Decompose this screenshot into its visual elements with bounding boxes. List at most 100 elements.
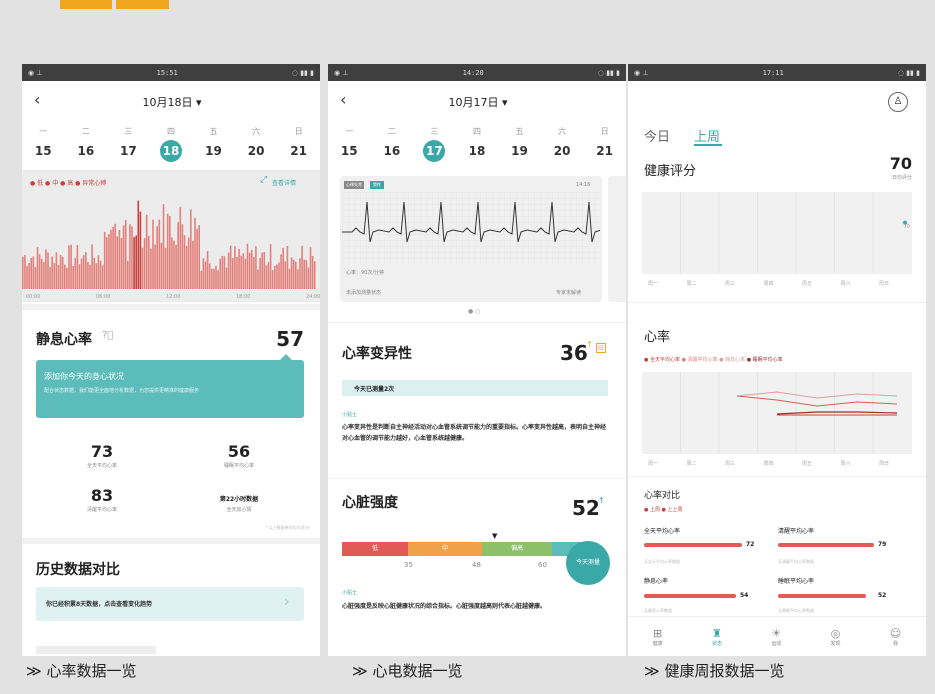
nav-status[interactable]: ♜ 状态 xyxy=(712,627,722,647)
date-item-selected[interactable]: 17 xyxy=(423,140,446,162)
hr-bar xyxy=(307,267,310,289)
hr-bar xyxy=(269,244,272,289)
score-chart: 70 周一 周二 周三 周四 周五 周六 周日 xyxy=(642,192,912,287)
status-icons-right: ◌ ▮▮ ▮ xyxy=(597,68,620,77)
ecg-rate: 心率：90次/分钟 xyxy=(346,270,385,276)
info-icon[interactable]: ⊟ xyxy=(596,343,606,353)
date-item[interactable]: 21 xyxy=(285,144,313,158)
hr-bar xyxy=(202,258,205,289)
date-selector[interactable]: 10月18日 ▾ xyxy=(122,94,222,110)
hr-bar xyxy=(236,257,238,289)
compare-bar xyxy=(644,594,736,598)
hr-bar xyxy=(194,217,196,289)
banner-text: 配合状态数据，我们能更全面地分析数据，为您提供更精准的健康服务 xyxy=(44,388,200,394)
hr-bar xyxy=(43,261,45,289)
hr-bar xyxy=(24,254,26,289)
hr-bar xyxy=(238,248,240,289)
hr-bar xyxy=(206,250,209,289)
hr-bar xyxy=(97,255,100,289)
date-item[interactable]: 16 xyxy=(72,144,100,158)
hr-bar xyxy=(162,204,165,289)
nav-health[interactable]: ⊞ 健康 xyxy=(653,627,663,647)
hr-bar xyxy=(53,263,56,289)
hr-bar xyxy=(145,214,148,289)
heart-strength-value: 52 xyxy=(572,496,600,520)
back-icon[interactable]: ‹ xyxy=(34,90,40,109)
hr-bar xyxy=(267,262,270,289)
hr-bar xyxy=(179,206,182,289)
date-selector[interactable]: 10月17日 ▾ xyxy=(428,94,528,110)
compare-value: 52 xyxy=(878,592,887,599)
hrv-title: 心率变异性 xyxy=(342,346,412,362)
hr-bar xyxy=(282,247,284,289)
date-item[interactable]: 17 xyxy=(114,144,142,158)
hr-bar xyxy=(223,256,226,289)
hr-bar xyxy=(57,265,60,289)
hr-bar xyxy=(200,270,203,289)
hr-bar xyxy=(158,219,161,289)
hr-bar xyxy=(288,268,291,289)
date-item[interactable]: 18 xyxy=(463,144,491,158)
hr-bar xyxy=(76,245,79,289)
hr-bar xyxy=(290,257,293,289)
date-item[interactable]: 16 xyxy=(378,144,406,158)
scale-seg-high: 偏高 xyxy=(482,542,552,556)
date-item-selected[interactable]: 18 xyxy=(159,140,182,162)
tab-last-week[interactable]: 上周 xyxy=(694,126,720,145)
nav-me[interactable]: ☺ 我 xyxy=(890,627,901,647)
hr-bar xyxy=(47,252,49,289)
tip-label: 小贴士 xyxy=(342,412,358,418)
stat-value: 56 xyxy=(227,442,251,461)
hr-bar xyxy=(93,257,95,289)
hr-bar xyxy=(124,219,127,289)
date-item[interactable]: 19 xyxy=(506,144,534,158)
ecg-tag: 心律失常 xyxy=(344,181,364,189)
divider xyxy=(22,304,320,310)
date-row: 15 16 17 18 19 20 21 xyxy=(328,140,626,162)
hr-bar xyxy=(211,268,213,289)
hr-bar xyxy=(51,256,53,289)
view-detail-link[interactable]: 查看详情 xyxy=(272,178,296,187)
status-time: 17:11 xyxy=(762,68,784,77)
tip-label: 小贴士 xyxy=(342,590,358,596)
date-item[interactable]: 19 xyxy=(200,144,228,158)
trend-up-icon: ↑ xyxy=(598,496,605,505)
weekday: 三 xyxy=(124,127,133,136)
nav-sport[interactable]: ☀ 运动 xyxy=(771,627,781,647)
caption-weekly: ≫ 健康周报数据一览 xyxy=(644,662,785,680)
day-label: 周四 xyxy=(764,281,774,287)
chevron-right-icon: › xyxy=(284,594,290,610)
date-item[interactable]: 20 xyxy=(242,144,270,158)
day-label: 周二 xyxy=(687,461,697,467)
expand-icon[interactable]: ⤢ xyxy=(260,175,267,185)
hr-bar xyxy=(250,249,253,289)
profile-icon[interactable]: ♙ xyxy=(888,92,908,112)
hr-bar xyxy=(286,245,289,289)
hr-bar xyxy=(284,261,287,289)
help-icon[interactable]: ?⃝ xyxy=(102,330,113,341)
nav-label: 发现 xyxy=(830,640,841,647)
date-item[interactable]: 20 xyxy=(548,144,576,158)
measured-count: 今天已测量2次 xyxy=(354,386,395,393)
hr-bar xyxy=(103,231,106,289)
hr-bar xyxy=(309,247,312,289)
hr-bar xyxy=(40,258,43,289)
hr-bar xyxy=(303,259,305,289)
measure-button[interactable]: 今天测量 xyxy=(566,541,610,585)
date-item[interactable]: 21 xyxy=(591,144,619,158)
status-bar: ◉ ⊥ 17:11 ◌ ▮▮ ▮ xyxy=(628,64,926,81)
date-item[interactable]: 15 xyxy=(29,144,57,158)
hr-bar xyxy=(85,252,87,289)
status-icons-left: ◉ ⊥ xyxy=(334,68,349,77)
hr-line-chart: 周一 周二 周三 周四 周五 周六 周日 xyxy=(642,372,912,467)
divider xyxy=(328,322,626,323)
hr-bar xyxy=(68,245,70,289)
date-item[interactable]: 15 xyxy=(335,144,363,158)
hr-bar xyxy=(133,237,135,289)
ecg-card-next[interactable] xyxy=(608,176,626,302)
decor-block xyxy=(116,0,169,9)
tab-today[interactable]: 今日 xyxy=(644,126,670,145)
hrv-tip: 心率变异性是判断自主神经活动对心血管系统调节能力的重要指标。心率变异性越高，表明… xyxy=(342,424,607,442)
nav-discover[interactable]: ◎ 发现 xyxy=(831,627,841,647)
back-icon[interactable]: ‹ xyxy=(340,90,346,109)
